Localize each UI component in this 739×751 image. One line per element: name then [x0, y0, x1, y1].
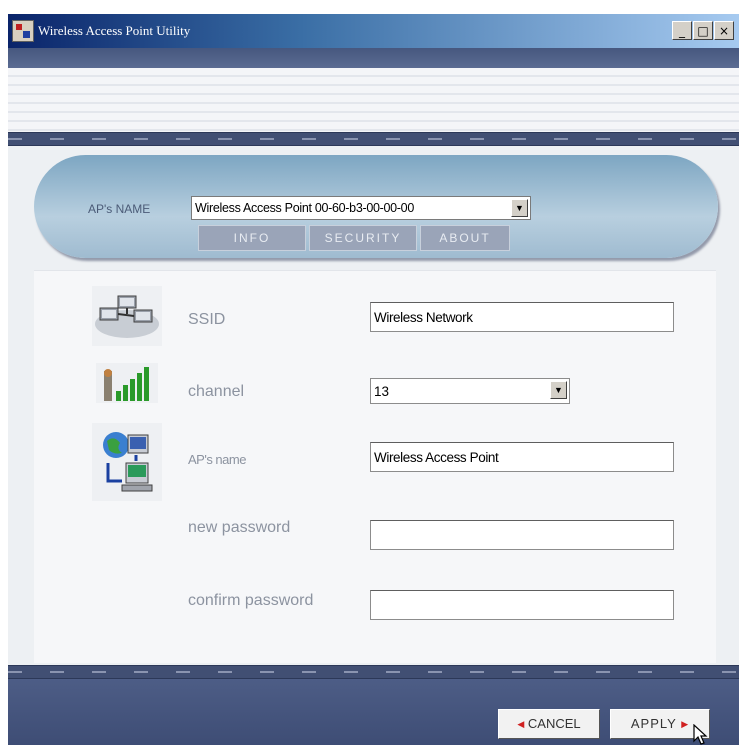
header-band [8, 48, 739, 68]
network-computers-icon [92, 286, 162, 346]
ap-selector-panel: AP's NAME Wireless Access Point 00-60-b3… [34, 155, 718, 258]
app-icon [12, 20, 34, 42]
ap-name-field-label: AP's name [188, 452, 246, 467]
window-title: Wireless Access Point Utility [38, 23, 191, 38]
new-password-input[interactable] [370, 520, 674, 550]
dropdown-arrow-icon[interactable]: ▼ [511, 199, 528, 217]
divider-bottom [8, 665, 739, 679]
minimize-button[interactable]: _ [672, 21, 692, 40]
channel-label: channel [188, 383, 245, 400]
maximize-button[interactable]: □ [693, 21, 713, 40]
signal-strength-icon [96, 363, 158, 403]
channel-select[interactable]: 13 ▼ [370, 378, 570, 404]
title-bar[interactable]: Wireless Access Point Utility _ □ × [8, 14, 739, 48]
right-arrow-icon: ▶ [681, 719, 690, 729]
dropdown-arrow-icon[interactable]: ▼ [550, 381, 567, 399]
ssid-input-value: Wireless Network [374, 310, 473, 325]
ap-name-input-value: Wireless Access Point [374, 450, 499, 465]
tab-bar: INFO SECURITY ABOUT [198, 225, 513, 251]
header-banner [8, 68, 739, 132]
tab-security[interactable]: SECURITY [309, 225, 417, 251]
confirm-password-label: confirm password [188, 592, 314, 609]
utility-window: Wireless Access Point Utility _ □ × AP's… [8, 14, 739, 745]
ssid-label: SSID [188, 311, 226, 328]
apply-button-label: APPLY [630, 716, 677, 731]
tab-info[interactable]: INFO [198, 225, 306, 251]
confirm-password-input[interactable] [370, 590, 674, 620]
globe-computer-icon [92, 423, 162, 501]
ap-name-label: AP's NAME [88, 202, 151, 216]
left-arrow-icon: ◀ [517, 719, 525, 729]
ap-name-select-value: Wireless Access Point 00-60-b3-00-00-00 [195, 201, 414, 215]
ssid-input[interactable]: Wireless Network [370, 302, 674, 332]
main-panel: AP's NAME Wireless Access Point 00-60-b3… [8, 146, 739, 665]
button-bar: ◀ CANCEL APPLY ▶ [8, 679, 739, 745]
tab-about[interactable]: ABOUT [420, 225, 510, 251]
ap-name-select[interactable]: Wireless Access Point 00-60-b3-00-00-00 … [191, 196, 531, 220]
close-button[interactable]: × [714, 21, 734, 40]
divider-top [8, 132, 739, 146]
cancel-button[interactable]: ◀ CANCEL [498, 709, 600, 739]
new-password-label: new password [188, 519, 291, 536]
ap-name-input[interactable]: Wireless Access Point [370, 442, 674, 472]
cancel-button-label: CANCEL [527, 716, 581, 731]
channel-select-value: 13 [374, 384, 390, 399]
info-form: SSID Wireless Network channel 13 ▼ AP's … [34, 270, 716, 663]
